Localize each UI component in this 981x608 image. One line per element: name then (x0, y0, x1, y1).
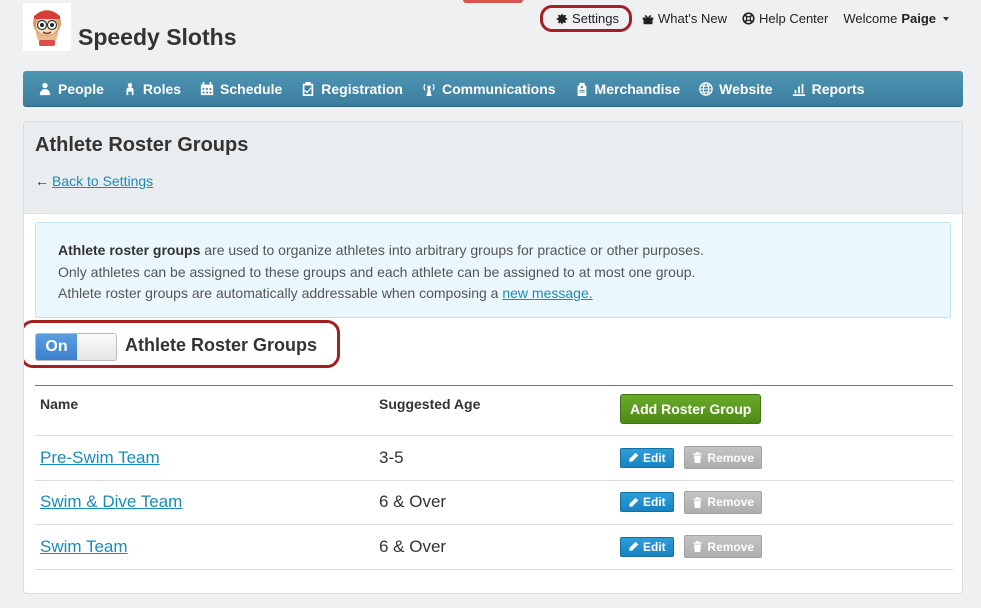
feature-toggle-row: On Athlete Roster Groups (24, 318, 962, 376)
globe-icon (699, 81, 713, 96)
edit-label: Edit (643, 450, 666, 465)
nav-roles[interactable]: Roles (123, 81, 181, 97)
info-line-2: Only athletes can be assigned to these g… (58, 263, 696, 280)
nav-roles-label: Roles (142, 80, 182, 97)
roster-groups-card: Athlete Roster Groups ← Back to Settings… (23, 121, 963, 594)
page-title: Athlete Roster Groups (35, 134, 249, 156)
group-age: 6 & Over (374, 524, 615, 570)
info-line-3-text: Athlete roster groups are automatically … (58, 285, 503, 301)
team-name: Speedy Sloths (78, 24, 237, 50)
trash-icon (693, 452, 703, 464)
chevron-down-icon (943, 17, 949, 21)
header-name: Name (35, 385, 374, 436)
table-header-row: Name Suggested Age Add Roster Group (35, 385, 953, 436)
person-icon (39, 82, 51, 95)
bar-chart-icon (792, 83, 805, 96)
edit-label: Edit (643, 495, 666, 510)
nav-reports-label: Reports (811, 80, 865, 97)
nav-registration[interactable]: Registration (301, 81, 403, 97)
pencil-icon (629, 452, 639, 462)
lifebuoy-icon (742, 12, 755, 25)
tag-icon (577, 82, 586, 96)
welcome-text: Welcome (843, 11, 898, 26)
nav-schedule[interactable]: Schedule (200, 81, 282, 97)
nav-reports[interactable]: Reports (792, 80, 865, 97)
toggle-on-label: On (36, 334, 77, 360)
pencil-icon (629, 497, 639, 507)
notification-tab (463, 0, 523, 3)
gift-icon (641, 12, 654, 25)
main-nav: People Roles Schedule Registration Commu… (23, 71, 963, 107)
broadcast-icon (423, 83, 435, 96)
nav-people-label: People (58, 80, 104, 97)
user-menu[interactable]: Welcome Paige (843, 11, 949, 26)
edit-label: Edit (643, 539, 666, 554)
group-age: 6 & Over (374, 479, 615, 525)
trash-icon (693, 496, 703, 508)
team-logo[interactable] (23, 3, 71, 51)
info-line-3: Athlete roster groups are automatically … (58, 283, 928, 305)
toggle-knob (77, 334, 116, 360)
info-line-1: Athlete roster groups are used to organi… (58, 240, 928, 262)
nav-people[interactable]: People (38, 81, 104, 97)
group-name-link[interactable]: Swim & Dive Team (40, 492, 182, 511)
nav-communications-label: Communications (441, 80, 556, 97)
table-row: Pre-Swim Team 3-5 Edit Remove (35, 435, 953, 480)
add-roster-group-button[interactable]: Add Roster Group (620, 394, 762, 424)
nav-website[interactable]: Website (699, 80, 773, 97)
group-name-link[interactable]: Swim Team (40, 537, 128, 556)
header-suggested-age: Suggested Age (374, 385, 615, 436)
remove-label: Remove (707, 450, 755, 465)
settings-label: Settings (572, 11, 620, 26)
group-name-link[interactable]: Pre-Swim Team (40, 448, 160, 467)
back-arrow-icon: ← (35, 173, 49, 189)
breadcrumb: ← Back to Settings (35, 173, 951, 189)
remove-button[interactable]: Remove (684, 446, 763, 470)
trash-icon (693, 541, 703, 553)
edit-button[interactable]: Edit (620, 492, 674, 513)
calendar-icon (200, 81, 214, 95)
remove-button[interactable]: Remove (684, 490, 763, 514)
clipboard-icon (303, 81, 314, 96)
top-utility-nav: Settings What's New Help Center Welcome … (540, 5, 949, 32)
table-row: Swim Team 6 & Over Edit Remove (35, 524, 953, 570)
nav-merchandise-label: Merchandise (594, 80, 681, 97)
card-header: Athlete Roster Groups ← Back to Settings (24, 122, 962, 214)
roles-icon (126, 82, 134, 95)
group-age: 3-5 (374, 435, 615, 480)
settings-link[interactable]: Settings (540, 5, 633, 32)
roster-groups-toggle[interactable]: On (35, 333, 117, 361)
edit-button[interactable]: Edit (620, 447, 674, 468)
new-message-link[interactable]: new message. (502, 285, 592, 301)
gear-icon (555, 12, 568, 25)
help-center-link[interactable]: Help Center (742, 11, 828, 26)
whats-new-link[interactable]: What's New (641, 11, 727, 26)
back-to-settings-link[interactable]: Back to Settings (52, 173, 153, 189)
remove-label: Remove (707, 539, 755, 554)
pencil-icon (629, 541, 639, 551)
header-actions: Add Roster Group (615, 385, 953, 436)
nav-schedule-label: Schedule (220, 80, 283, 97)
whats-new-label: What's New (658, 11, 727, 26)
nav-communications[interactable]: Communications (422, 81, 556, 97)
toggle-label: Athlete Roster Groups (125, 335, 318, 355)
info-line-1-text: are used to organize athletes into arbit… (200, 242, 704, 258)
help-center-label: Help Center (758, 11, 829, 26)
user-name: Paige (901, 11, 936, 26)
info-alert: Athlete roster groups are used to organi… (35, 222, 951, 318)
table-row: Swim & Dive Team 6 & Over Edit Remove (35, 479, 953, 525)
info-line-1-bold: Athlete roster groups (58, 242, 201, 258)
remove-label: Remove (707, 495, 755, 510)
nav-registration-label: Registration (321, 80, 403, 97)
nav-merchandise[interactable]: Merchandise (575, 80, 681, 97)
roster-groups-table: Name Suggested Age Add Roster Group Pre-… (35, 385, 953, 570)
remove-button[interactable]: Remove (684, 535, 763, 559)
nav-website-label: Website (719, 80, 773, 97)
edit-button[interactable]: Edit (620, 536, 674, 557)
